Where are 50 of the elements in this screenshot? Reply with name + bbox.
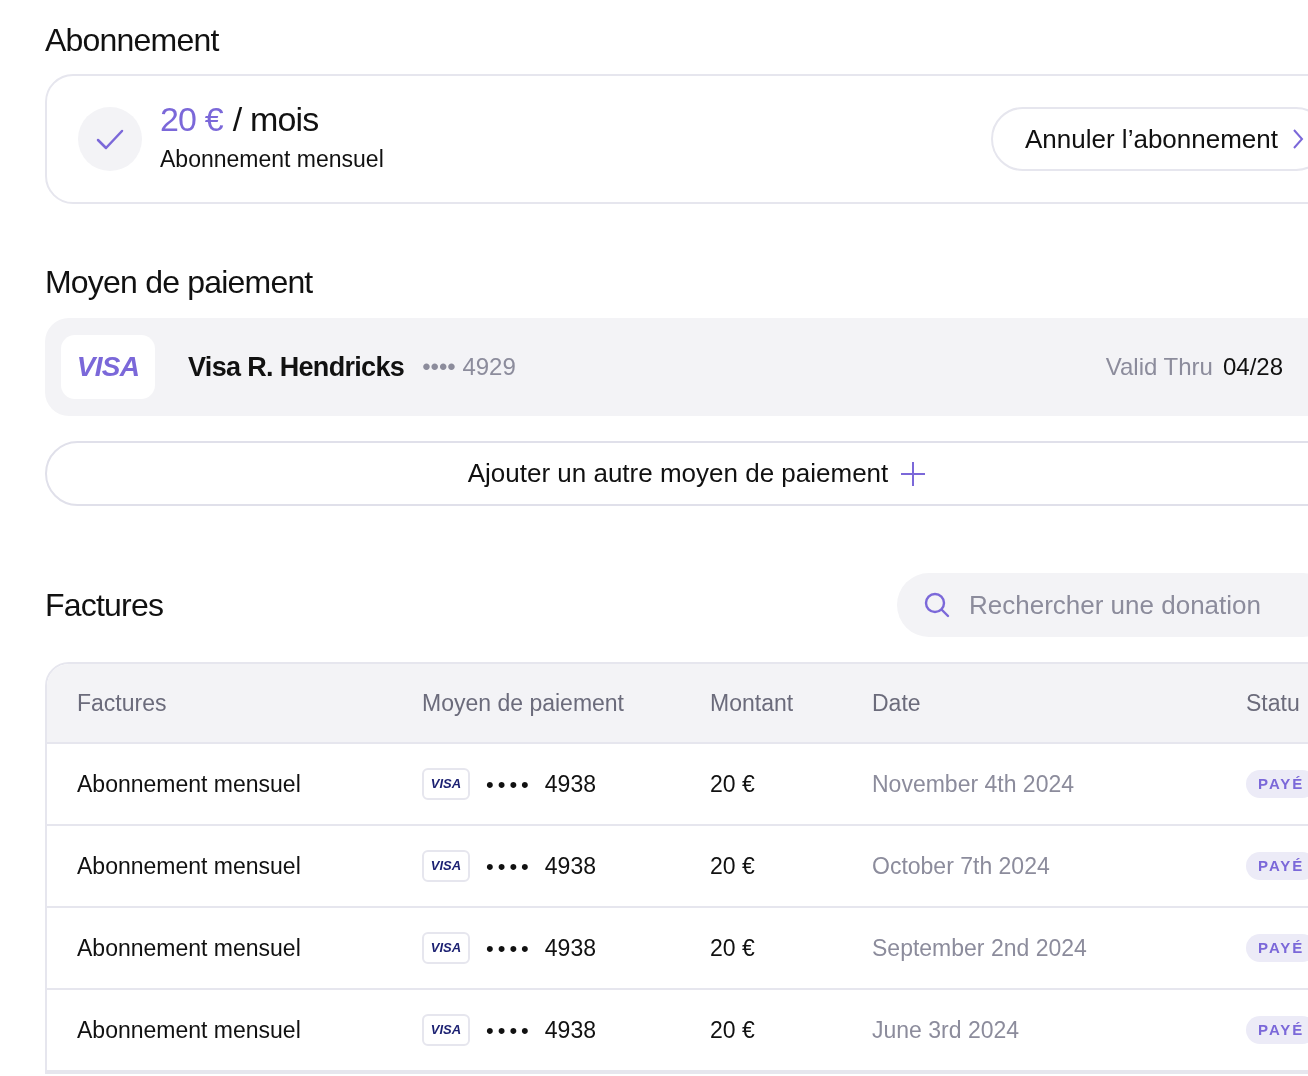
column-header: Montant: [710, 688, 794, 718]
status-badge: PAYÉ: [1246, 934, 1308, 962]
visa-logo: VISA: [422, 932, 470, 964]
price-period: / mois: [232, 101, 319, 136]
card-dots: ••••: [486, 770, 533, 799]
table-cell-text: October 7th 2024: [872, 851, 1050, 881]
visa-logo: VISA: [422, 768, 470, 800]
table-cell-text: Abonnement mensuel: [77, 851, 301, 881]
card-expiry: 04/28: [1222, 352, 1283, 382]
card-number: 4938: [544, 933, 596, 963]
table-cell-text: 20 €: [710, 1015, 755, 1045]
visa-logo: VISA: [61, 335, 155, 399]
card-number: 4938: [544, 851, 596, 881]
search-field[interactable]: Rechercher une donation: [897, 573, 1308, 637]
card-dots: ••••: [486, 852, 533, 881]
section-title: Abonnement: [45, 21, 219, 60]
column-header: Moyen de paiement: [422, 688, 624, 718]
card-number: 4938: [544, 769, 596, 799]
table-cell-text: 20 €: [710, 769, 755, 799]
price: 20 €: [160, 101, 223, 136]
status-badge: PAYÉ: [1246, 770, 1308, 798]
table-cell-text: 20 €: [710, 933, 755, 963]
card-number: 4938: [544, 1015, 596, 1045]
plus-icon: [900, 460, 927, 487]
status-badge: PAYÉ: [1246, 1016, 1308, 1044]
table-cell-text: Abonnement mensuel: [77, 769, 301, 799]
card-number: •••• 4929: [422, 352, 516, 382]
table-cell-text: September 2nd 2024: [872, 933, 1087, 963]
search-icon: [923, 591, 951, 619]
table-cell-text: November 4th 2024: [872, 769, 1074, 799]
table-cell-text: Abonnement mensuel: [77, 933, 301, 963]
card-holder: Visa R. Hendricks: [188, 350, 405, 384]
card-dots: ••••: [486, 934, 533, 963]
add-payment-method-button[interactable]: Ajouter un autre moyen de paiement: [45, 441, 1308, 506]
valid-thru-label: Valid Thru: [1105, 352, 1213, 382]
column-header: Date: [872, 688, 921, 718]
cancel-subscription-button[interactable]: Annuler l’abonnement: [991, 107, 1308, 171]
card-dots: ••••: [486, 1016, 533, 1045]
table-cell-text: 20 €: [710, 851, 755, 881]
chevron-right-icon: [1292, 128, 1304, 150]
table-cell-text: June 3rd 2024: [872, 1015, 1020, 1045]
visa-logo: VISA: [422, 850, 470, 882]
column-header: Statu: [1246, 688, 1300, 718]
visa-logo: VISA: [422, 1014, 470, 1046]
status-badge: PAYÉ: [1246, 852, 1308, 880]
section-title: Moyen de paiement: [45, 263, 313, 302]
plan-name: Abonnement mensuel: [160, 144, 384, 174]
table-cell-text: Abonnement mensuel: [77, 1015, 301, 1045]
section-title: Factures: [45, 589, 164, 621]
column-header: Factures: [77, 688, 167, 718]
